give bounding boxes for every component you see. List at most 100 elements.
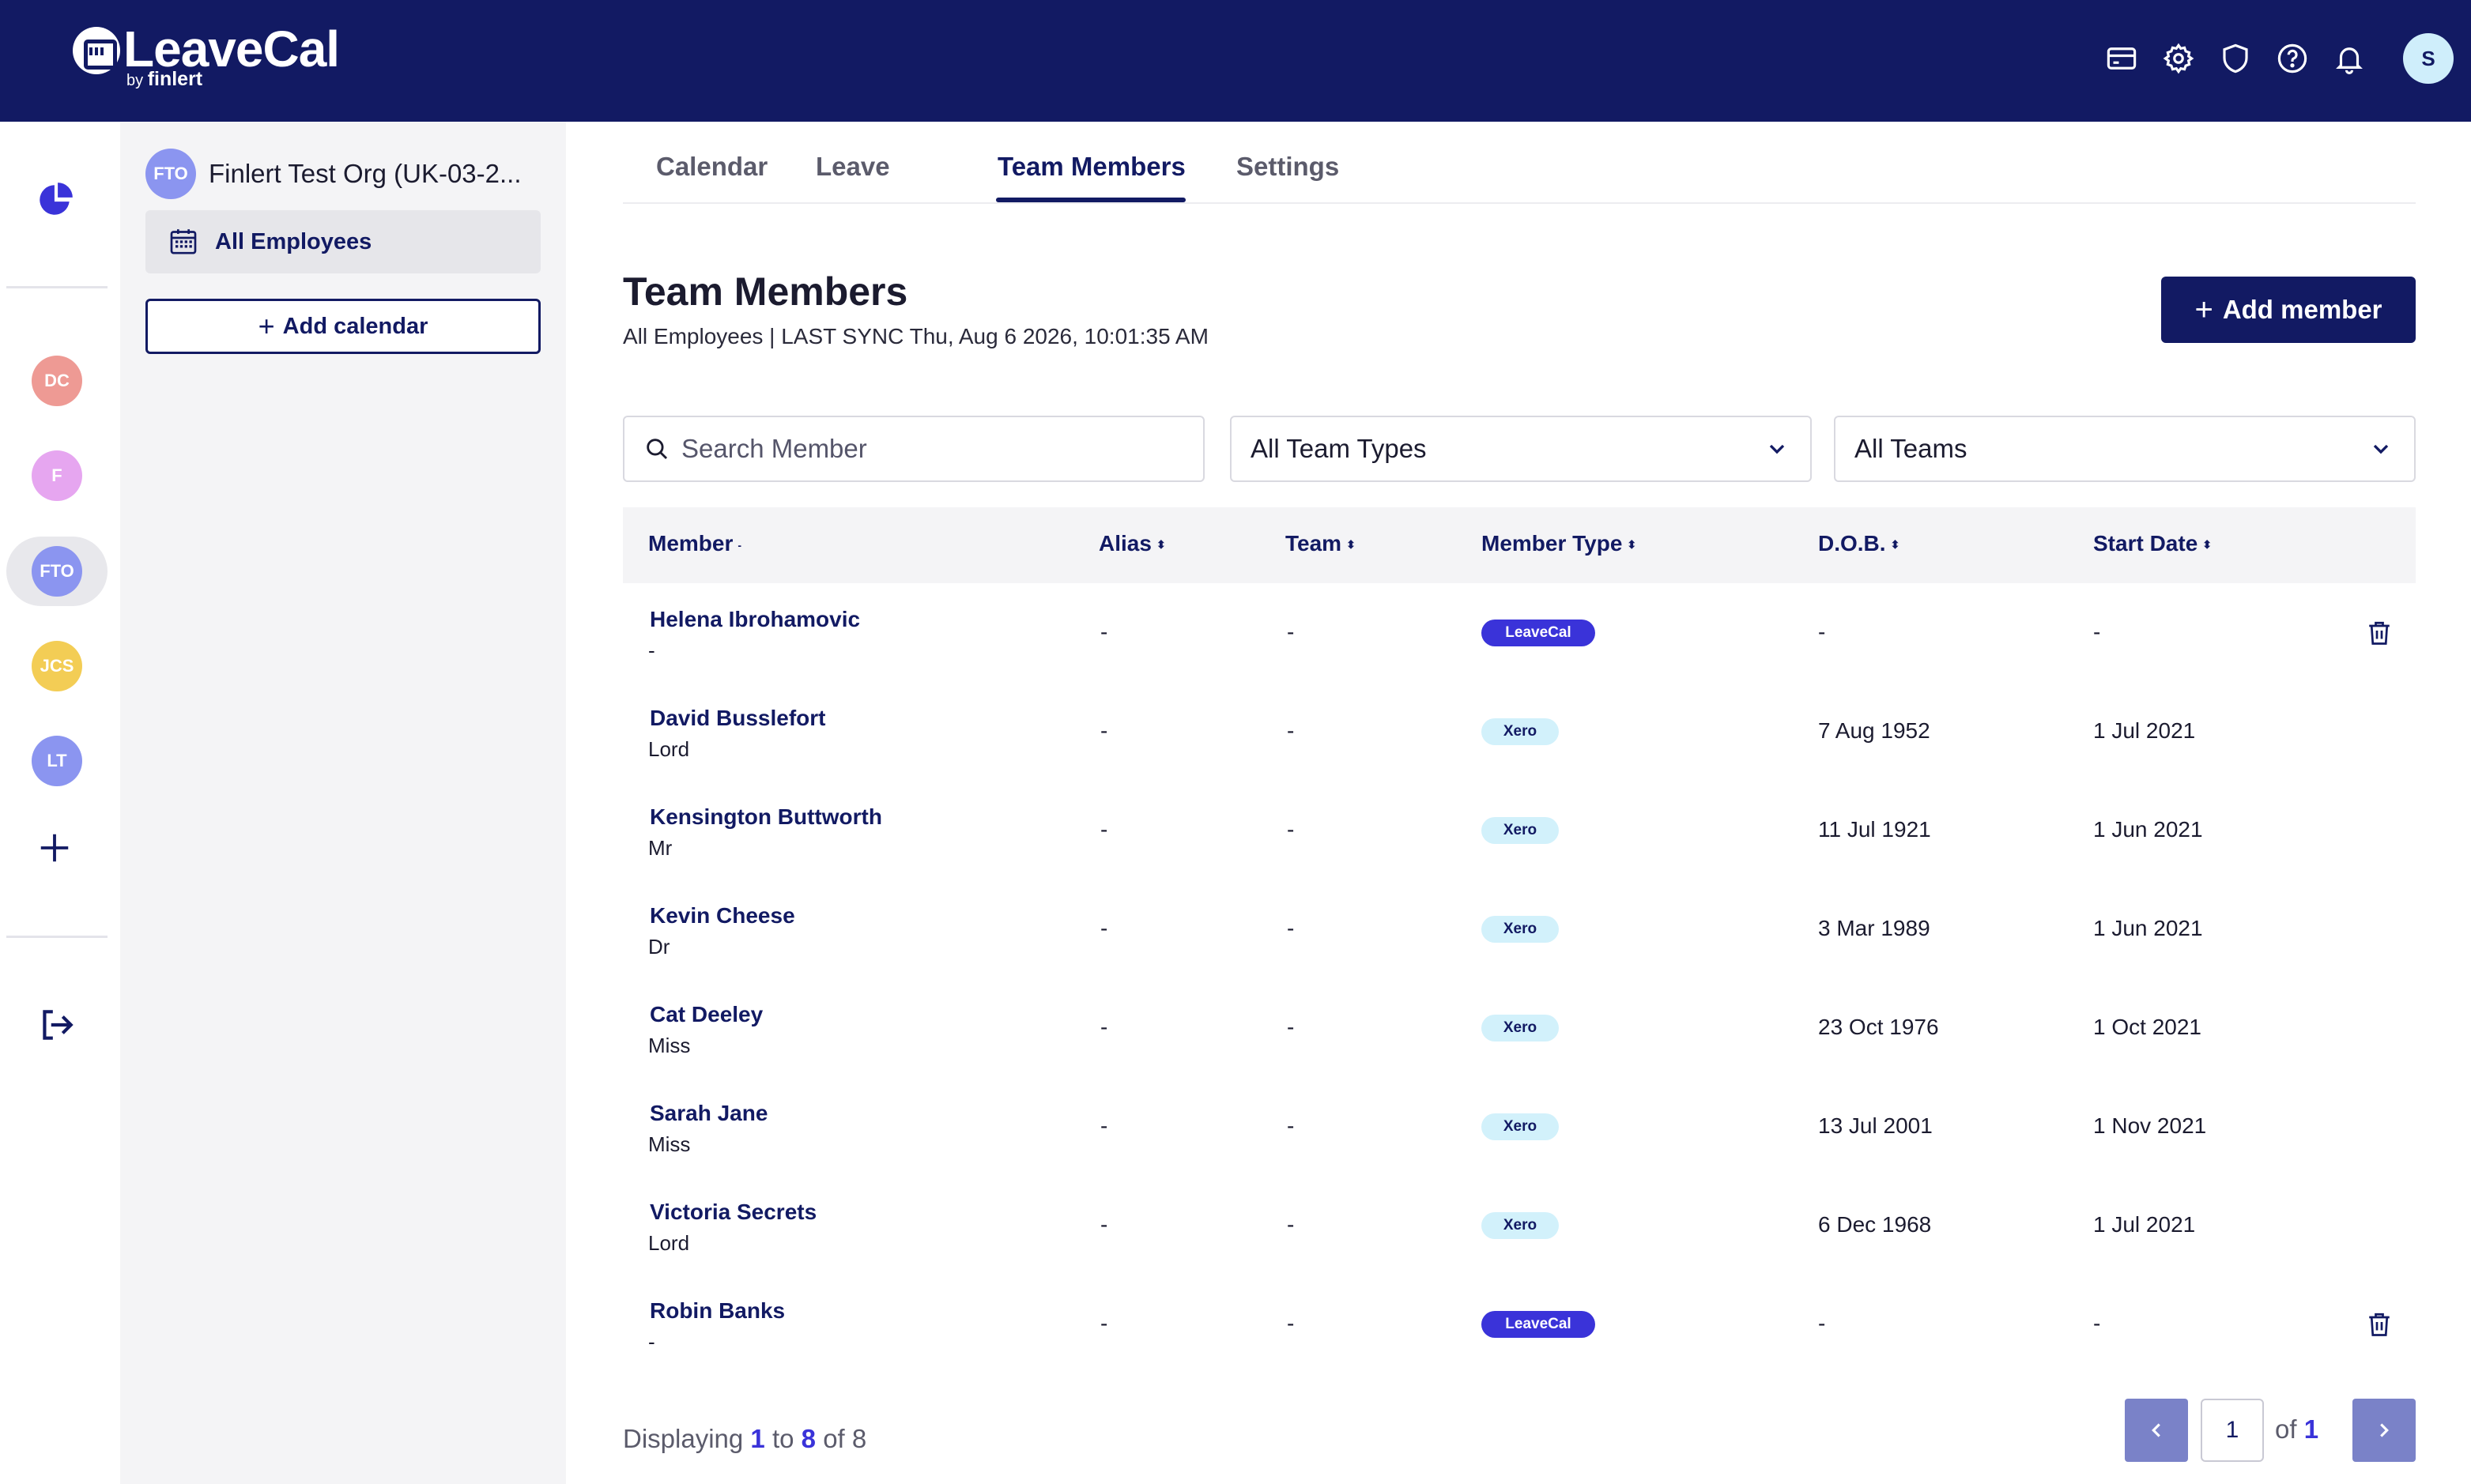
org-avatar-f[interactable]: F [32,450,82,501]
member-dob: 23 Oct 1976 [1818,1015,1939,1039]
search-member-input[interactable] [681,434,1187,464]
add-calendar-label: Add calendar [282,313,428,339]
column-start-date[interactable]: Start Date ⬍ [2093,531,2212,556]
column-member[interactable]: Member - [648,531,741,556]
column-team[interactable]: Team ⬍ [1285,531,1356,556]
team-type-dropdown[interactable]: All Team Types [1230,416,1812,482]
member-name[interactable]: Kensington Buttworth [650,804,882,830]
member-name[interactable]: David Busslefort [650,706,826,731]
table-row: David Busslefort Lord - - Xero 7 Aug 195… [623,682,2416,781]
page-total: of 1 [2275,1414,2319,1444]
sort-icon: ⬍ [1346,538,1356,552]
brand-name: LeaveCal [123,21,340,77]
search-member-field[interactable] [623,416,1205,482]
leavecal-logo[interactable]: LeaveCal by finlert [73,21,340,95]
member-name[interactable]: Helena Ibrohamovic [650,607,860,632]
member-name[interactable]: Victoria Secrets [650,1200,817,1225]
member-name[interactable]: Sarah Jane [650,1101,768,1126]
member-dob: 13 Jul 2001 [1818,1113,1933,1138]
table-row: Cat Deeley Miss - - Xero 23 Oct 1976 1 O… [623,978,2416,1077]
table-row: Kevin Cheese Dr - - Xero 3 Mar 1989 1 Ju… [623,879,2416,978]
dashboard-pie-icon[interactable] [36,180,76,220]
add-calendar-button[interactable]: + Add calendar [145,299,541,354]
column-dob[interactable]: D.O.B. ⬍ [1818,531,1899,556]
member-type-badge: Xero [1481,1015,1559,1041]
member-title: Lord [648,737,690,761]
chevron-left-icon [2152,1423,2160,1437]
member-type-badge: LeaveCal [1481,620,1595,646]
next-page-button[interactable] [2352,1399,2416,1462]
teams-dropdown[interactable]: All Teams [1834,416,2416,482]
org-avatar-lt[interactable]: LT [32,736,82,786]
tab-calendar[interactable]: Calendar [656,152,768,182]
sort-icon: ⬍ [1156,538,1166,552]
sort-icon: ⬍ [1890,538,1900,552]
top-icon-group: S [2101,30,2471,87]
member-team: - [1287,1015,1295,1039]
org-avatar: FTO [145,149,196,199]
add-org-plus-icon[interactable] [36,830,73,866]
member-start-date: 1 Oct 2021 [2093,1015,2201,1039]
member-name[interactable]: Cat Deeley [650,1002,763,1027]
search-icon [647,439,668,460]
page-title: Team Members [623,269,908,314]
tab-team-members[interactable]: Team Members [998,152,1186,182]
active-tab-indicator [996,198,1186,202]
member-name[interactable]: Kevin Cheese [650,903,795,928]
chevron-right-icon [2380,1423,2389,1437]
org-switcher-rail: DC F FTO JCS LT [0,122,120,1484]
user-avatar[interactable]: S [2403,33,2454,84]
org-avatar-jcs[interactable]: JCS [32,641,82,691]
member-alias: - [1100,1212,1108,1237]
member-title: Lord [648,1231,690,1255]
delete-trash-icon[interactable] [2365,618,2394,648]
member-start-date: 1 Nov 2021 [2093,1113,2207,1138]
table-row: Sarah Jane Miss - - Xero 13 Jul 2001 1 N… [623,1077,2416,1176]
delete-trash-icon[interactable] [2365,1309,2394,1339]
calendar-list-panel: FTO Finlert Test Org (UK-03-2... All Emp… [120,122,566,1484]
member-team: - [1287,620,1295,644]
member-alias: - [1100,1015,1108,1039]
previous-page-button[interactable] [2125,1399,2188,1462]
member-alias: - [1100,817,1108,842]
org-avatar-fto[interactable]: FTO [32,546,82,597]
table-row: Kensington Buttworth Mr - - Xero 11 Jul … [623,781,2416,879]
logout-icon[interactable] [36,1005,76,1045]
member-alias: - [1100,1113,1108,1138]
help-icon[interactable] [2272,38,2313,79]
member-type-badge: LeaveCal [1481,1311,1595,1338]
add-member-label: Add member [2222,295,2382,324]
add-member-button[interactable]: + Add member [2161,277,2416,343]
member-dob: 7 Aug 1952 [1818,718,1930,743]
bell-icon[interactable] [2329,38,2370,79]
page-number-input[interactable]: 1 [2201,1399,2264,1462]
table-row: Robin Banks - - - LeaveCal - - [623,1275,2416,1373]
shield-icon[interactable] [2215,38,2256,79]
member-name[interactable]: Robin Banks [650,1298,785,1324]
chevron-down-icon [2373,444,2389,454]
top-navigation-bar: LeaveCal by finlert S [0,0,2471,122]
sort-icon: - [738,538,742,552]
calendar-item-all-employees[interactable]: All Employees [145,210,541,273]
column-alias[interactable]: Alias ⬍ [1099,531,1166,556]
tab-settings[interactable]: Settings [1236,152,1339,182]
billing-card-icon[interactable] [2101,38,2142,79]
column-member-type[interactable]: Member Type ⬍ [1481,531,1636,556]
member-dob: - [1818,1311,1826,1335]
settings-gear-icon[interactable] [2158,38,2199,79]
member-dob: 11 Jul 1921 [1818,817,1931,842]
org-avatar-dc[interactable]: DC [32,356,82,406]
member-start-date: - [2093,620,2101,644]
brand-byline: by finlert [126,68,203,90]
member-title: Mr [648,836,673,860]
tab-leave[interactable]: Leave [816,152,890,182]
member-type-badge: Xero [1481,916,1559,943]
member-team: - [1287,1113,1295,1138]
rail-divider [6,936,108,938]
member-team: - [1287,916,1295,940]
page-subtitle: All Employees | LAST SYNC Thu, Aug 6 202… [623,324,1209,348]
table-row: Victoria Secrets Lord - - Xero 6 Dec 196… [623,1176,2416,1275]
member-dob: - [1818,620,1826,644]
plus-icon: + [2194,292,2213,327]
current-org: FTO Finlert Test Org (UK-03-2... [145,149,522,199]
